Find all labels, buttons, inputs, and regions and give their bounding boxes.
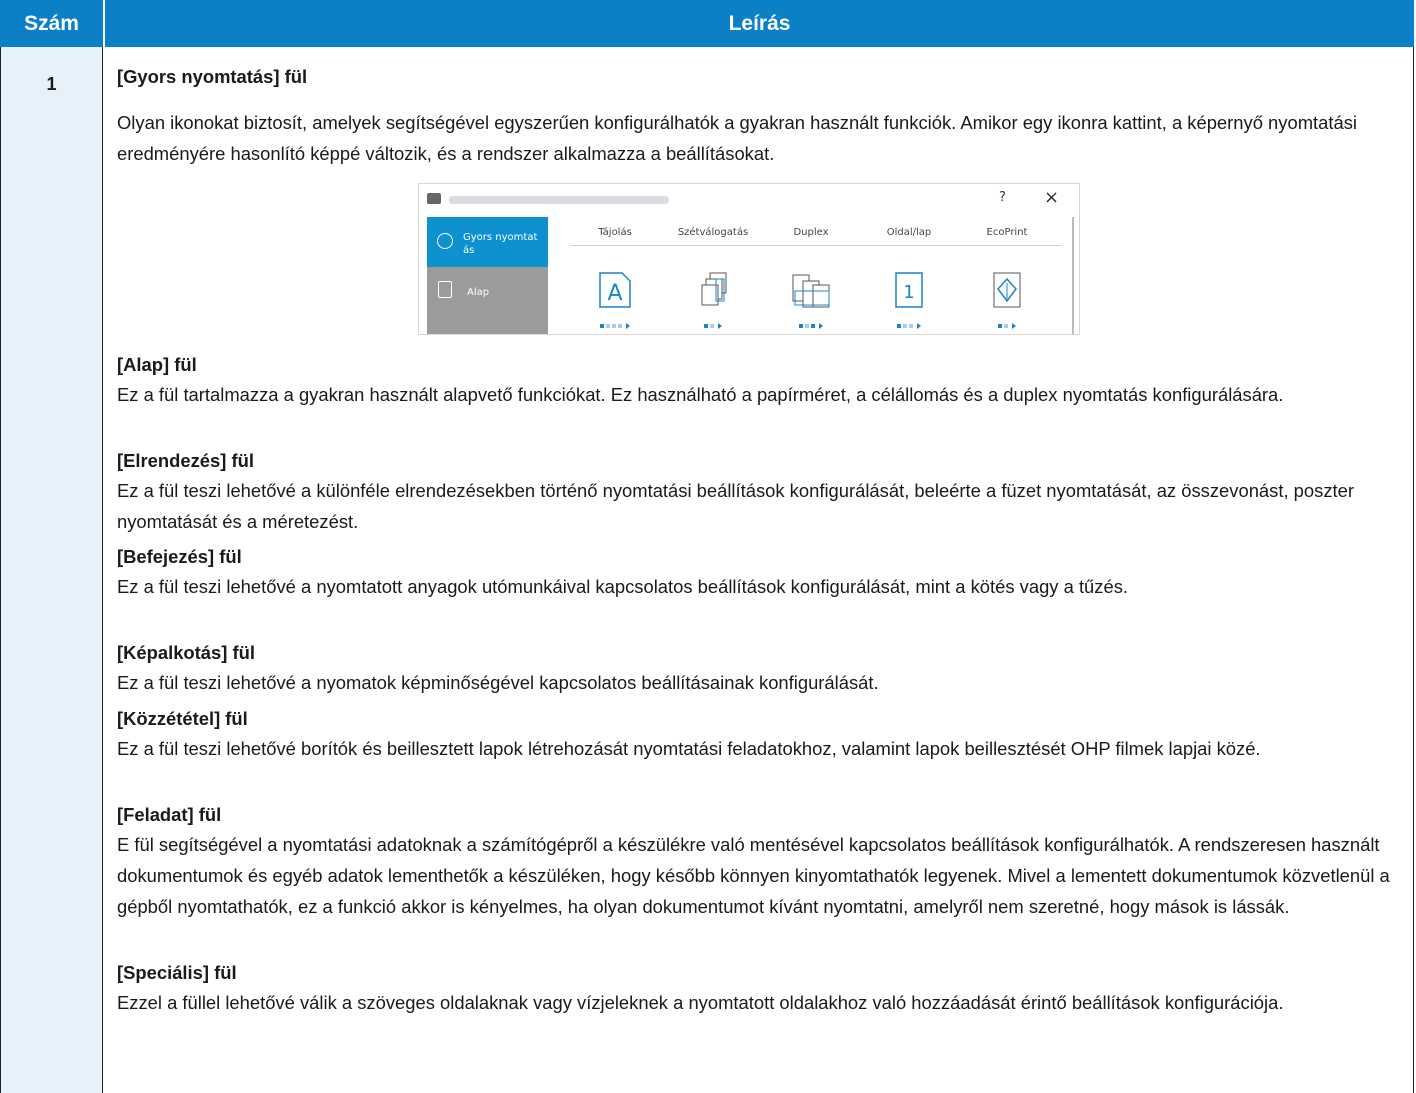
option-label: Tájolás [598, 227, 632, 238]
duplex-icon [791, 271, 833, 314]
close-button[interactable]: × [1044, 187, 1059, 208]
collate-icon [696, 271, 732, 314]
print-settings-dialog-screenshot: ? × Gyors nyomtat ás Alap Tájolás A Szét… [418, 183, 1080, 335]
option-duplex[interactable]: Duplex [769, 227, 853, 329]
section-title-publishing: [Közzététel] fül [117, 708, 248, 729]
section-text-finishing: Ez a fül teszi lehetővé a nyomtatott any… [117, 576, 1129, 597]
sidebar-tab-label: Gyors nyomtat ás [463, 232, 538, 256]
section-text-layout: Ez a fül teszi lehetővé a különféle elre… [117, 480, 1354, 532]
section-title-quick-print: [Gyors nyomtatás] fül [117, 66, 308, 87]
clock-icon [437, 233, 453, 249]
sidebar-tab-basic[interactable]: Alap [427, 271, 548, 313]
header-description: Leírás [105, 0, 1414, 47]
orientation-portrait-icon: A [598, 271, 632, 312]
scrollbar-edge [1072, 217, 1074, 334]
help-button[interactable]: ? [999, 190, 1006, 205]
row-number: 1 [46, 74, 57, 94]
option-label: EcoPrint [986, 227, 1028, 238]
dialog-titlebar: ? × [419, 184, 1079, 216]
section-text-basic: Ez a fül tartalmazza a gyakran használt … [117, 384, 1284, 405]
option-label: Szétválogatás [677, 227, 749, 238]
description-table: Szám Leírás 1 [Gyors nyomtatás] fül Olya… [0, 0, 1414, 1093]
quick-print-panel: Tájolás A Szétválogatás Duplex Oldal/lap… [559, 217, 1069, 334]
level-dots [704, 323, 722, 329]
printer-icon [427, 193, 441, 204]
option-label: Duplex [793, 227, 829, 238]
row-number-cell: 1 [0, 47, 103, 1093]
section-text-job: E fül segítségével a nyomtatási adatokna… [117, 834, 1390, 917]
section-title-imaging: [Képalkotás] fül [117, 642, 255, 663]
dialog-title-blurred [449, 196, 669, 204]
option-label: Oldal/lap [886, 227, 932, 238]
ecoprint-leaf-icon [992, 271, 1022, 312]
section-title-finishing: [Befejezés] fül [117, 546, 242, 567]
pages-per-sheet-icon: 1 [894, 271, 924, 312]
sidebar-tab-label: Alap [467, 287, 490, 298]
option-collate[interactable]: Szétválogatás [671, 227, 755, 329]
header-number: Szám [0, 0, 105, 47]
level-dots [897, 323, 921, 329]
level-dots [998, 323, 1016, 329]
section-title-job: [Feladat] fül [117, 804, 222, 825]
document-icon [438, 281, 452, 298]
level-dots [799, 323, 823, 329]
section-text-publishing: Ez a fül teszi lehetővé borítók és beill… [117, 738, 1261, 759]
icon-page-number: 1 [903, 282, 914, 303]
section-title-layout: [Elrendezés] fül [117, 450, 254, 471]
header-divider [571, 245, 1061, 246]
section-title-basic: [Alap] fül [117, 354, 197, 375]
section-title-advanced: [Speciális] fül [117, 962, 237, 983]
row-description-cell: [Gyors nyomtatás] fül Olyan ikonokat biz… [103, 47, 1414, 1093]
option-ecoprint[interactable]: EcoPrint [965, 227, 1049, 329]
section-text-imaging: Ez a fül teszi lehetővé a nyomatok képmi… [117, 672, 879, 693]
option-orientation[interactable]: Tájolás A [573, 227, 657, 329]
icon-letter: A [607, 281, 622, 306]
section-text-quick-print: Olyan ikonokat biztosít, amelyek segítsé… [117, 112, 1357, 164]
level-dots [600, 323, 630, 329]
section-text-advanced: Ezzel a füllel lehetővé válik a szöveges… [117, 992, 1284, 1013]
sidebar-tab-quick-print[interactable]: Gyors nyomtat ás [427, 217, 548, 267]
option-pages-per-sheet[interactable]: Oldal/lap 1 [867, 227, 951, 329]
